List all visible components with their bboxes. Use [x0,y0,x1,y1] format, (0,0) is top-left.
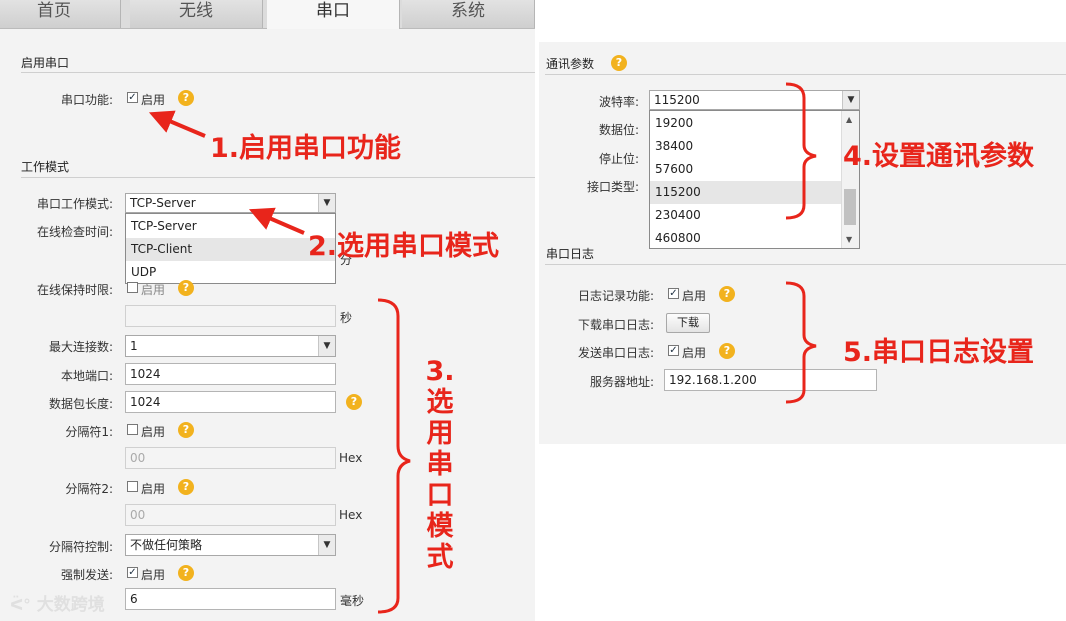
annotation-3-part: 串 [426,449,454,480]
watermark-logo: ᑈ° 大数跨境 [10,590,105,615]
annotation-3-part: 选 [426,387,454,418]
annotation-3-part: 3. [425,356,455,387]
watermark-icon: ᑈ° [10,596,31,614]
bracket-4-icon [785,82,817,220]
annotation-1: 1.启用串口功能 [210,133,402,164]
annotation-3-part: 口 [426,480,454,511]
watermark-text: 大数跨境 [36,595,105,615]
annotation-4: 4.设置通讯参数 [843,141,1035,172]
annotation-2: 2.选用串口模式 [308,231,500,262]
annotation-3-part: 用 [426,418,454,449]
annotation-3-part: 式 [426,542,454,573]
annotation-5: 5.串口日志设置 [843,337,1035,368]
annotation-3: 3. 选 用 串 口 模 式 [424,356,456,573]
bracket-3-icon [377,298,411,614]
annotation-overlay [148,82,817,614]
arrow-1-icon [148,110,206,138]
bracket-5-icon [785,281,817,404]
arrow-2-icon [248,207,305,235]
annotation-3-part: 模 [426,511,454,542]
